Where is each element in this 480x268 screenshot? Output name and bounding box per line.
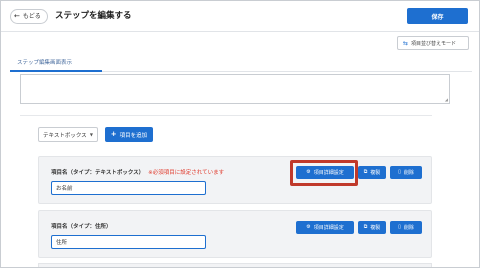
item-delete-label: 削除 bbox=[403, 170, 414, 176]
step-textarea[interactable]: ◢ bbox=[20, 74, 450, 104]
copy-icon: ⧉ bbox=[363, 169, 368, 175]
item-copy-label: 複製 bbox=[370, 225, 381, 231]
section-divider bbox=[20, 115, 432, 116]
item-copy-label: 複製 bbox=[370, 170, 381, 176]
item-copy-button[interactable]: ⧉ 複製 bbox=[358, 221, 386, 234]
add-item-label: 項目を追加 bbox=[119, 132, 148, 139]
item-label: 項目名（タイプ：テキストボックス） ※必須項目に設定されています bbox=[51, 170, 224, 177]
app-frame: ← もどる ステップを編集する 保存 ⇆ 項目並び替えモード ステップ編集画面表… bbox=[0, 0, 480, 268]
required-warning: ※必須項目に設定されています bbox=[148, 170, 225, 176]
item-detail-settings-button[interactable]: ⚙ 項目詳細設定 bbox=[296, 221, 354, 234]
reorder-mode-button[interactable]: ⇆ 項目並び替えモード bbox=[397, 36, 469, 50]
item-card: 項目名（タイプ：テキストボックス） ※必須項目に設定されています お名前 ⚙ 項目… bbox=[38, 156, 432, 204]
gear-icon: ⚙ bbox=[306, 224, 311, 230]
item-label-text: 項目名（タイプ：テキストボックス） bbox=[51, 170, 145, 176]
item-detail-settings-label: 項目詳細設定 bbox=[313, 225, 344, 231]
back-arrow-icon: ← bbox=[14, 12, 20, 20]
item-delete-label: 削除 bbox=[403, 225, 414, 231]
save-button[interactable]: 保存 bbox=[407, 8, 468, 24]
resize-handle-icon[interactable]: ◢ bbox=[445, 98, 448, 102]
page-title: ステップを編集する bbox=[55, 11, 132, 21]
swap-icon: ⇆ bbox=[403, 39, 409, 47]
item-type-select-value: テキストボックス bbox=[43, 132, 87, 139]
reorder-mode-label: 項目並び替えモード bbox=[411, 40, 457, 47]
item-label-text: 項目名（タイプ：住所） bbox=[51, 224, 112, 230]
item-card-partial bbox=[38, 263, 432, 267]
add-item-button[interactable]: + 項目を追加 bbox=[105, 127, 153, 142]
item-name-input[interactable]: お名前 bbox=[51, 181, 206, 195]
copy-icon: ⧉ bbox=[363, 224, 368, 230]
item-delete-button[interactable]: ▯ 削除 bbox=[390, 166, 422, 179]
plus-icon: + bbox=[110, 130, 117, 138]
header-divider bbox=[1, 31, 479, 32]
item-delete-button[interactable]: ▯ 削除 bbox=[390, 221, 422, 234]
trash-icon: ▯ bbox=[398, 169, 401, 175]
back-button[interactable]: ← もどる bbox=[10, 9, 48, 24]
tab-active-indicator bbox=[10, 70, 102, 72]
chevron-down-icon: ▼ bbox=[89, 132, 93, 137]
highlight-box bbox=[290, 160, 358, 186]
item-card: 項目名（タイプ：住所） 住所 ⚙ 項目詳細設定 ⧉ 複製 ▯ 削除 bbox=[38, 210, 432, 258]
back-button-label: もどる bbox=[22, 12, 41, 20]
trash-icon: ▯ bbox=[398, 224, 401, 230]
item-name-input[interactable]: 住所 bbox=[51, 235, 206, 249]
item-type-select[interactable]: テキストボックス ▼ bbox=[38, 127, 98, 142]
tab-step-edit[interactable]: ステップ編集画面表示 bbox=[17, 59, 72, 67]
item-label: 項目名（タイプ：住所） bbox=[51, 224, 112, 231]
item-copy-button[interactable]: ⧉ 複製 bbox=[358, 166, 386, 179]
